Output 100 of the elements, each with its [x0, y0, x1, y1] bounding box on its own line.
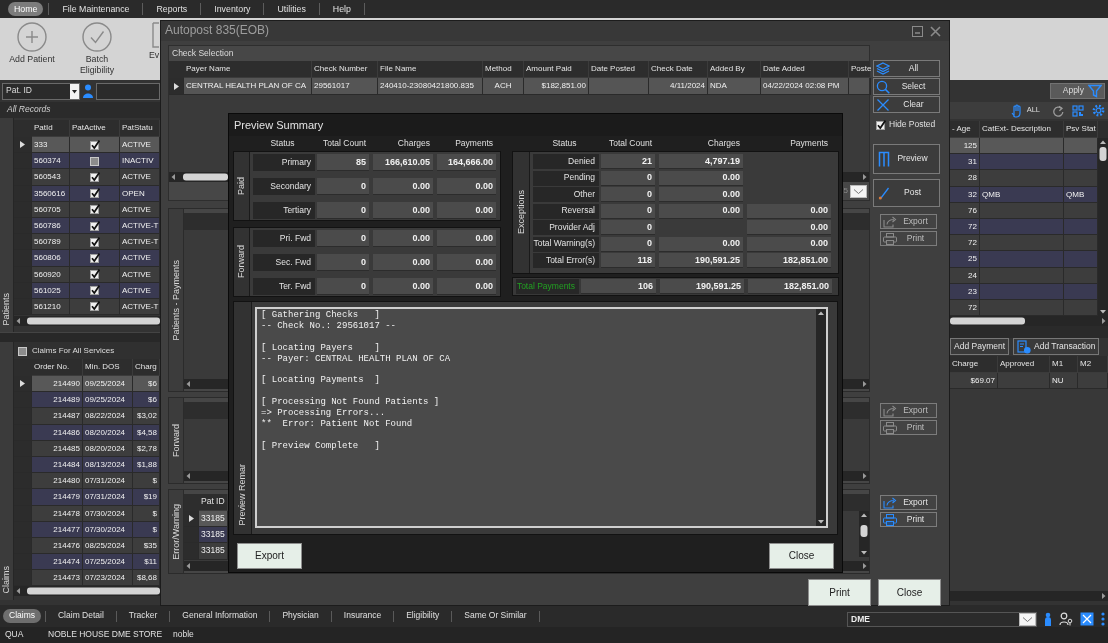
bottom-tab[interactable]: Same Or Similar — [456, 610, 535, 622]
bottom-tab[interactable]: Physician — [274, 610, 327, 622]
menu-tab[interactable]: Home — [8, 1, 44, 17]
checkbox[interactable] — [89, 139, 100, 150]
table-row[interactable]: 33185 — [184, 543, 228, 560]
grid-icon[interactable] — [1072, 104, 1084, 117]
ribbon-button[interactable]: Batch Eligibility — [66, 22, 128, 76]
menu-tab[interactable]: Help — [324, 2, 359, 16]
table-row[interactable]: 25 — [950, 251, 1098, 268]
table-row[interactable]: 560374 INACTIV — [14, 153, 160, 170]
table-row[interactable]: 125 — [950, 138, 1098, 155]
close-button[interactable]: Close — [878, 579, 941, 606]
close-button[interactable]: Close — [769, 543, 834, 569]
scrollbar[interactable] — [859, 511, 869, 557]
checkbox[interactable] — [89, 188, 100, 199]
checkbox[interactable] — [89, 301, 100, 312]
scrollbar[interactable] — [842, 561, 869, 571]
scrollbar[interactable] — [184, 561, 228, 571]
side-tab[interactable]: Patients — [1, 293, 12, 326]
menu-tab[interactable]: Reports — [148, 2, 196, 16]
scrollbar[interactable] — [816, 309, 826, 526]
preview-button[interactable]: Preview — [873, 144, 940, 174]
checkbox[interactable] — [89, 171, 100, 182]
bottom-tab[interactable]: Eligibility — [398, 610, 448, 622]
more-icon[interactable] — [1101, 612, 1105, 626]
select-all-button[interactable]: All — [873, 60, 940, 77]
ribbon-button[interactable]: Ev — [146, 22, 160, 61]
table-row[interactable]: 28 — [950, 170, 1098, 187]
select-button[interactable]: Select — [873, 78, 940, 95]
scrollbar[interactable] — [950, 591, 1108, 601]
checkbox[interactable] — [89, 220, 100, 231]
scrollbar[interactable] — [842, 379, 869, 389]
checkbox[interactable] — [89, 252, 100, 263]
table-row[interactable]: 214480 07/31/2024 $ — [14, 473, 160, 490]
scrollbar[interactable] — [169, 172, 228, 182]
checkbox[interactable] — [89, 236, 100, 247]
person-icon[interactable] — [1044, 612, 1052, 626]
menu-tab[interactable]: Inventory — [206, 2, 259, 16]
bottom-tab[interactable]: Claims — [3, 609, 41, 623]
table-row[interactable]: 214487 08/22/2024 $3,02 — [14, 408, 160, 425]
row-indicator-icon — [188, 515, 194, 523]
export-button[interactable]: Export — [880, 495, 937, 510]
scrollbar[interactable] — [184, 471, 228, 481]
apply-button[interactable]: Apply — [1049, 83, 1105, 99]
person-icon[interactable] — [82, 83, 94, 99]
table-row[interactable]: 560543 ACTIVE — [14, 169, 160, 186]
bottom-tab[interactable]: Claim Detail — [50, 610, 112, 622]
table-row[interactable]: 33185 — [184, 527, 228, 544]
bottom-tab[interactable]: Insurance — [335, 610, 390, 622]
scrollbar[interactable] — [14, 316, 160, 327]
scrollbar[interactable] — [14, 586, 160, 597]
bottom-tab[interactable]: General Information — [174, 610, 266, 622]
checkbox[interactable] — [876, 120, 886, 130]
location-dropdown[interactable]: DME — [847, 612, 1037, 627]
checkbox[interactable] — [89, 285, 100, 296]
scrollbar[interactable] — [950, 316, 1108, 327]
minimize-icon[interactable] — [912, 25, 923, 37]
ribbon-button[interactable]: Add Patient — [1, 22, 63, 65]
settings-icon[interactable] — [1092, 104, 1105, 117]
clear-button[interactable]: Clear — [873, 96, 940, 113]
table-row[interactable]: 214479 07/31/2024 $19 — [14, 489, 160, 506]
post-button[interactable]: Post — [873, 179, 940, 207]
table-row[interactable]: 333 ACTIVE — [14, 137, 160, 154]
search-field[interactable] — [96, 82, 160, 100]
table-row[interactable]: 31 — [950, 154, 1098, 171]
menu-tab[interactable]: File Maintenance — [54, 2, 138, 16]
table-row[interactable]: CENTRAL HEALTH PLAN OF CA 29561017 240410-23080421800.835 ACH $182,851.00 4/11/2024 NDA 04/22/2024 02:08 PM — [169, 78, 869, 95]
bottom-tab[interactable]: Tracker — [120, 610, 166, 622]
close-icon[interactable] — [930, 25, 941, 37]
table-row[interactable]: 72 — [950, 235, 1098, 252]
user-key-icon[interactable] — [1059, 612, 1073, 626]
scrollbar[interactable] — [184, 379, 228, 389]
table-row[interactable]: 33185 — [184, 511, 228, 528]
scrollbar[interactable] — [1098, 138, 1108, 316]
table-row[interactable]: 214489 09/25/2024 $6 — [14, 392, 160, 409]
menu-tab[interactable]: Utilities — [269, 2, 314, 16]
table-row[interactable]: 214474 07/25/2024 $11 — [14, 554, 160, 571]
value-cell: 0.00 — [373, 202, 433, 219]
side-tab[interactable]: Claims — [1, 566, 12, 594]
table-row[interactable]: 560789 ACTIVE-T — [14, 234, 160, 251]
table-row[interactable]: 560806 ACTIVE — [14, 250, 160, 267]
value-cell: 4,797.19 — [659, 154, 743, 169]
value-cell: 0 — [601, 187, 655, 202]
checkbox[interactable] — [89, 269, 100, 280]
print-button[interactable]: Print — [808, 579, 871, 606]
refresh-icon[interactable] — [1052, 104, 1064, 117]
checkbox[interactable] — [89, 204, 100, 215]
add-payment-button[interactable]: Add Payment — [950, 338, 1010, 356]
export-button[interactable]: Export — [237, 543, 302, 569]
scrollbar[interactable] — [843, 172, 869, 182]
field-dropdown[interactable]: Pat. ID — [2, 82, 80, 100]
window-icon[interactable] — [1080, 612, 1094, 626]
check-circle-icon[interactable] — [82, 22, 112, 52]
add-transaction-button[interactable]: Add Transaction — [1013, 338, 1100, 356]
scrollbar[interactable] — [842, 471, 869, 481]
table-row[interactable]: $69.07 NU — [950, 373, 1108, 390]
table-row[interactable]: 214473 07/23/2024 $8,68 — [14, 570, 160, 587]
value-cell: 166,610.05 — [373, 154, 433, 171]
print-button[interactable]: Print — [880, 512, 937, 527]
table-row[interactable]: 214490 09/25/2024 $6 — [14, 376, 160, 393]
